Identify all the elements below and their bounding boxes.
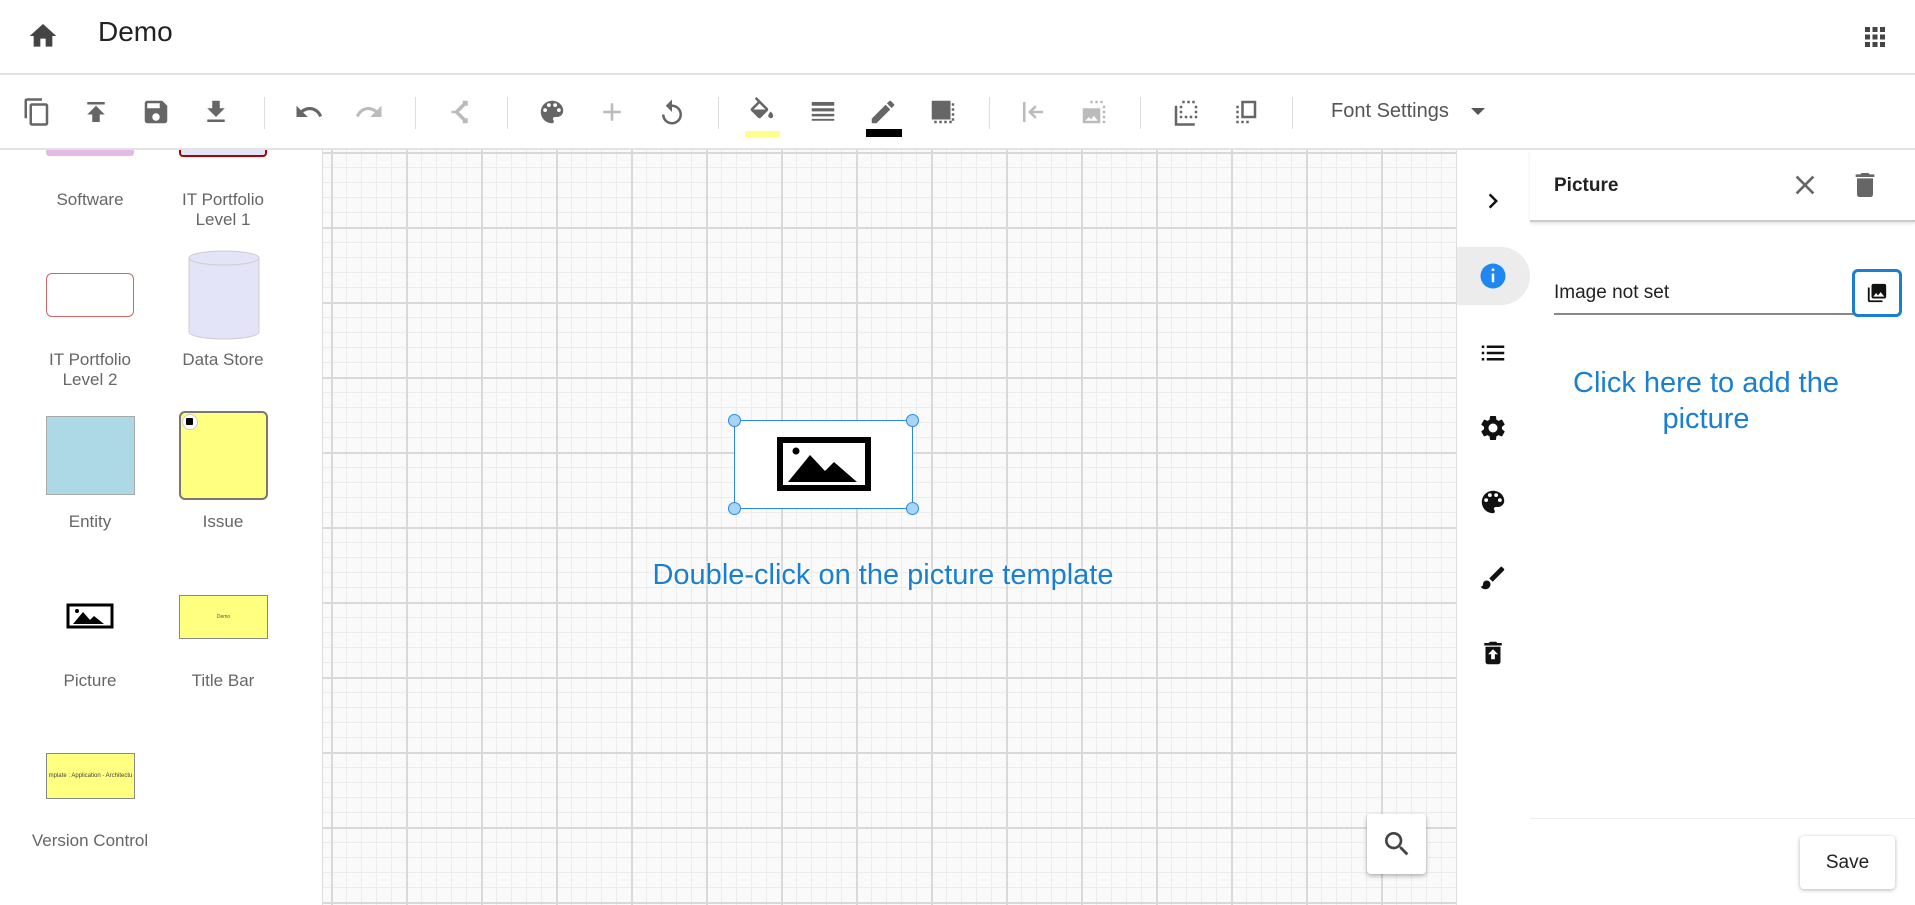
palette-label: Title Bar <box>191 671 255 690</box>
palette-label: Entity <box>68 512 112 531</box>
image-field[interactable]: Image not set <box>1554 282 1854 315</box>
list-icon[interactable] <box>1475 335 1511 371</box>
picture-template-shape[interactable] <box>728 414 919 515</box>
image-field-value: Image not set <box>1554 282 1670 303</box>
resize-handle[interactable] <box>906 414 919 427</box>
save-button[interactable]: Save <box>1800 836 1895 889</box>
font-settings-label: Font Settings <box>1331 100 1449 122</box>
palette-label: Software <box>56 190 124 209</box>
app-header: Demo <box>0 0 1915 75</box>
fill-color-icon[interactable] <box>745 95 779 129</box>
align-left-icon[interactable] <box>1016 95 1050 129</box>
it-portfolio-level-2-shape[interactable] <box>46 273 134 317</box>
select-image-button[interactable] <box>1852 269 1902 317</box>
font-settings-dropdown[interactable]: Font Settings <box>1331 100 1485 123</box>
panel-header: Picture <box>1530 150 1915 222</box>
line-color-swatch <box>866 129 902 137</box>
image-size-icon[interactable] <box>1077 95 1111 129</box>
shadow-icon[interactable] <box>926 95 960 129</box>
divider <box>507 97 508 129</box>
apps-grid-icon[interactable] <box>1860 22 1890 52</box>
side-icon-bar <box>1457 150 1530 905</box>
title-bar-shape[interactable]: Demo <box>179 595 268 639</box>
line-style-icon[interactable] <box>806 95 840 129</box>
divider <box>1140 97 1141 129</box>
save-icon[interactable] <box>139 95 173 129</box>
redo-icon[interactable] <box>352 95 386 129</box>
palette-label: IT Portfolio Level 1 <box>182 190 264 229</box>
palette-label: Data Store <box>182 350 264 369</box>
caret-down-icon <box>1470 108 1485 115</box>
page-title: Demo <box>98 16 173 47</box>
line-color-icon[interactable] <box>866 95 900 129</box>
issue-shape[interactable] <box>179 411 268 500</box>
undo-icon[interactable] <box>292 95 326 129</box>
resize-handle[interactable] <box>906 502 919 515</box>
palette-label: IT Portfolio Level 2 <box>49 350 131 389</box>
properties-panel: Picture Image not set Click here to add … <box>1530 150 1915 905</box>
photo-library-icon <box>1867 283 1887 303</box>
chevron-right-icon[interactable] <box>1475 183 1511 219</box>
divider <box>264 97 265 129</box>
canvas-hint-text: Double-click on the picture template <box>652 559 1114 591</box>
divider <box>415 97 416 129</box>
trash-icon[interactable] <box>1849 169 1881 201</box>
toolbar: Font Settings <box>0 75 1915 150</box>
diagram-canvas[interactable]: Double-click on the picture template <box>322 150 1457 905</box>
download-icon[interactable] <box>199 95 233 129</box>
close-icon[interactable] <box>1789 169 1821 201</box>
connector-icon[interactable] <box>442 95 476 129</box>
image-placeholder-icon <box>777 437 871 491</box>
panel-title: Picture <box>1554 175 1619 196</box>
brush-icon[interactable] <box>1475 560 1511 596</box>
palette-label: Picture <box>63 671 117 690</box>
resize-handle[interactable] <box>728 414 741 427</box>
rotate-icon[interactable] <box>655 95 689 129</box>
send-back-icon[interactable] <box>1169 95 1203 129</box>
palette-label: Issue <box>202 512 244 531</box>
fill-color-swatch <box>745 131 780 137</box>
version-control-shape[interactable]: mplate : Application - Architectu <box>46 753 135 799</box>
palette-label: Version Control <box>31 831 149 850</box>
version-control-shape-text: mplate : Application - Architectu <box>48 773 133 779</box>
copy-icon[interactable] <box>20 95 54 129</box>
add-icon[interactable] <box>595 95 629 129</box>
divider <box>718 97 719 129</box>
divider <box>1292 97 1293 129</box>
it-portfolio-level-1-shape[interactable] <box>179 150 267 157</box>
software-shape[interactable] <box>46 150 134 156</box>
home-icon[interactable] <box>27 20 59 52</box>
divider <box>989 97 990 129</box>
picture-shape-icon[interactable] <box>66 603 114 629</box>
add-picture-hint[interactable]: Click here to add the picture <box>1556 365 1856 437</box>
bring-front-icon[interactable] <box>1228 95 1262 129</box>
resize-handle[interactable] <box>728 502 741 515</box>
title-bar-shape-text: Demo <box>216 614 231 620</box>
search-icon <box>1384 832 1408 856</box>
data-store-shape[interactable] <box>188 250 260 340</box>
zoom-button[interactable] <box>1367 814 1426 874</box>
footer-divider <box>1530 818 1915 819</box>
palette-icon[interactable] <box>535 95 569 129</box>
delete-restore-icon[interactable] <box>1475 635 1511 671</box>
palette-icon[interactable] <box>1475 484 1511 520</box>
shape-palette: Software IT Portfolio Level 1 IT Portfol… <box>0 150 322 905</box>
entity-shape[interactable] <box>46 416 135 495</box>
info-icon[interactable] <box>1475 258 1511 294</box>
settings-icon[interactable] <box>1475 410 1511 446</box>
upload-icon[interactable] <box>79 95 113 129</box>
